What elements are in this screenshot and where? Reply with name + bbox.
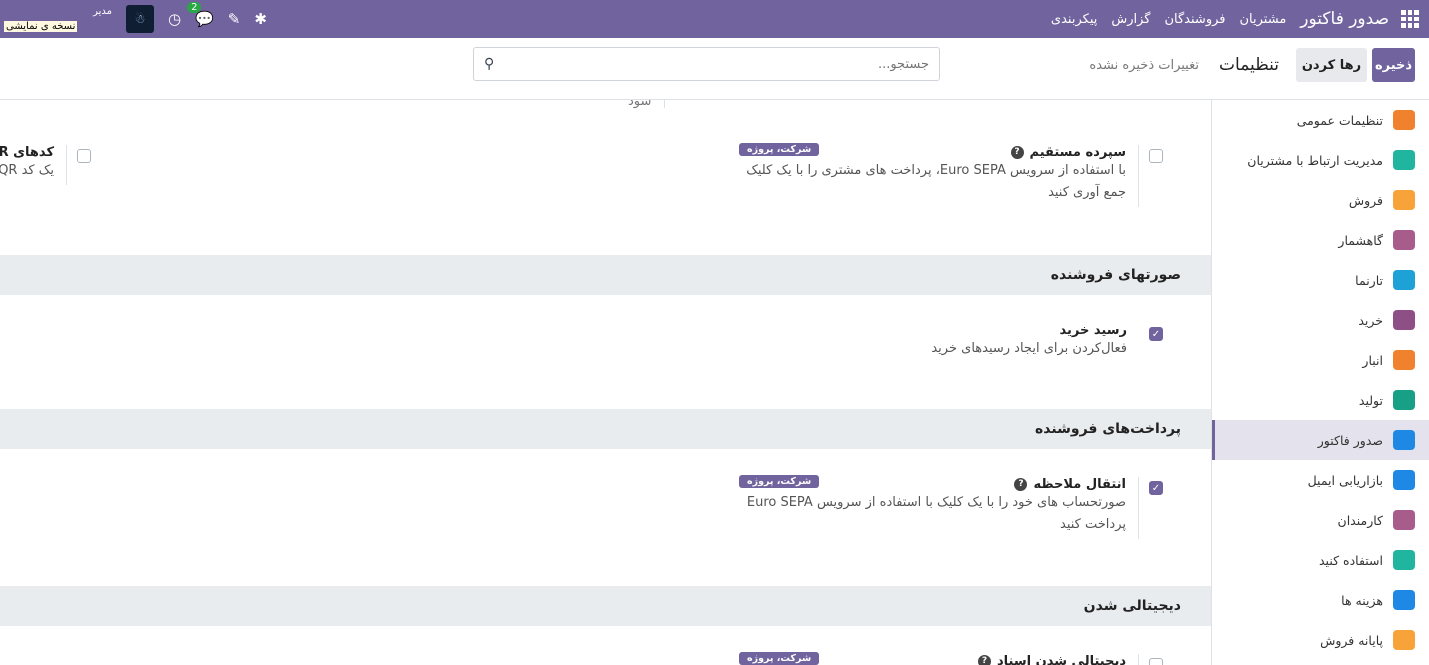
page-title: تنظیمات (1219, 55, 1279, 75)
digitization-checkbox[interactable] (1149, 658, 1163, 665)
sidebar-item[interactable]: صدور فاکتور (1212, 420, 1429, 460)
transfer-label: انتقال ملاحظه (1033, 477, 1126, 492)
sidebar-item-label: فروش (1348, 192, 1383, 208)
sidebar-item-label: گاهشمار (1338, 232, 1383, 248)
discard-button[interactable]: رها کردن (1296, 48, 1367, 82)
search-icon[interactable]: ⚲ (484, 56, 494, 72)
transfer-checkbox[interactable]: ✓ (1149, 481, 1163, 495)
app-icon (1393, 630, 1415, 650)
sidebar-item[interactable]: پایانه فروش (1212, 620, 1429, 660)
bug-icon[interactable]: ✱ (254, 10, 267, 28)
control-panel: ذخیره رها کردن تنظیمات تغییرات ذخیره نشد… (0, 38, 1429, 100)
chat-count-badge: 2 (187, 2, 202, 13)
app-icon (1393, 430, 1415, 450)
app-icon (1393, 590, 1415, 610)
sidebar-item-label: پایانه فروش (1320, 632, 1383, 648)
direct-debit-checkbox[interactable] (1149, 149, 1163, 163)
digitization-label: دیجیتالی شدن اسناد (997, 654, 1126, 665)
qr-label: کدهای QR (0, 145, 54, 160)
user-name[interactable]: مدیر (93, 6, 112, 17)
demo-banner: مدیر نسخه ی نمایشی (4, 4, 112, 34)
chat-icon[interactable]: 💬 2 (187, 2, 214, 28)
app-brand[interactable]: صدور فاکتور (1300, 9, 1389, 29)
receipt-checkbox[interactable]: ✓ (1149, 327, 1163, 341)
sidebar-item-label: بازاریابی ایمیل (1307, 472, 1383, 488)
sidebar-item-label: تارنما (1355, 272, 1383, 288)
sidebar-item[interactable]: تارنما (1212, 260, 1429, 300)
sidebar-item[interactable]: گاهشمار (1212, 220, 1429, 260)
app-icon (1393, 150, 1415, 170)
sidebar-item-label: مدیریت ارتباط با مشتریان (1247, 152, 1383, 168)
settings-content: سود سپرده مستقیم? با استفاده از سرویس Eu… (0, 100, 1211, 665)
sidebar-item-label: تولید (1358, 392, 1383, 408)
help-icon[interactable]: ? (1014, 478, 1028, 491)
menu-configuration[interactable]: پیکربندی (1051, 12, 1097, 27)
transfer-desc: صورتحساب های خود را با یک کلیک با استفاد… (746, 495, 1126, 532)
app-icon (1393, 470, 1415, 490)
sidebar-item-label: کارمندان (1337, 512, 1383, 528)
sidebar-item[interactable]: بازاریابی ایمیل (1212, 460, 1429, 500)
help-icon[interactable]: ? (1010, 146, 1024, 159)
sidebar-item[interactable]: فروش (1212, 180, 1429, 220)
section-vendor-payments: پرداخت‌های فروشنده (0, 409, 1211, 449)
app-icon (1393, 310, 1415, 330)
help-icon[interactable]: ? (978, 655, 991, 665)
sidebar-item-label: هزینه ها (1341, 592, 1383, 608)
sidebar-item[interactable]: انبار (1212, 340, 1429, 380)
sidebar-item[interactable]: هزینه ها (1212, 580, 1429, 620)
app-icon (1393, 510, 1415, 530)
sidebar-item-label: خرید (1358, 312, 1383, 328)
sidebar-item-label: انبار (1362, 352, 1383, 368)
sidebar-item-label: تنظیمات عمومی (1296, 112, 1383, 128)
apps-menu-icon[interactable] (1401, 10, 1419, 28)
direct-debit-desc: با استفاده از سرویس Euro SEPA، پرداخت ها… (746, 163, 1126, 200)
menu-reporting[interactable]: گزارش (1111, 12, 1150, 27)
receipt-desc: فعال‌کردن برای ایجاد رسیدهای خرید (931, 341, 1127, 356)
top-navbar: صدور فاکتور مشتریان فروشندگان گزارش پیکر… (0, 0, 1429, 38)
sidebar-item[interactable]: خرید (1212, 300, 1429, 340)
app-icon (1393, 270, 1415, 290)
sidebar-item-label: استفاده کنید (1319, 552, 1383, 568)
app-icon (1393, 230, 1415, 250)
sidebar-item[interactable]: کارمندان (1212, 500, 1429, 540)
search-box: ⚲ (473, 47, 940, 81)
unsaved-indicator: تغییرات ذخیره نشده (1089, 58, 1199, 73)
app-icon (1393, 550, 1415, 570)
save-button[interactable]: ذخیره (1372, 48, 1415, 82)
section-vendor-bills: صورتهای فروشنده (0, 255, 1211, 295)
company-tag: شرکت، پروژه (739, 475, 820, 488)
qr-desc: یک کد QR به فاکتورهای خود اضافه کن (0, 163, 54, 178)
company-tag: شرکت، پروژه (739, 652, 820, 665)
sidebar-item-label: صدور فاکتور (1317, 432, 1383, 448)
partial-text: سود (628, 100, 652, 109)
settings-sidebar: تنظیمات عمومی مدیریت ارتباط با مشتریان فرو… (1211, 100, 1429, 665)
receipt-label: رسید خرید (1059, 323, 1127, 338)
app-icon (1393, 110, 1415, 130)
app-icon (1393, 190, 1415, 210)
company-tag: شرکت، پروژه (739, 143, 820, 156)
sidebar-item[interactable]: مدیریت ارتباط با مشتریان (1212, 140, 1429, 180)
app-icon (1393, 350, 1415, 370)
section-digitization: دیجیتالی شدن (0, 586, 1211, 626)
sidebar-item[interactable]: تنظیمات عمومی (1212, 100, 1429, 140)
qr-checkbox[interactable] (77, 149, 91, 163)
avatar[interactable]: ☃ (126, 5, 154, 33)
menu-vendors[interactable]: فروشندگان (1164, 12, 1225, 27)
app-icon (1393, 390, 1415, 410)
direct-debit-label: سپرده مستقیم (1029, 145, 1127, 160)
demo-label: نسخه ی نمایشی (4, 21, 78, 32)
edit-icon[interactable]: ✎ (228, 10, 241, 28)
sidebar-item[interactable]: تولید (1212, 380, 1429, 420)
clock-icon[interactable]: ◷ (168, 10, 181, 28)
search-input[interactable] (494, 56, 929, 72)
menu-customers[interactable]: مشتریان (1240, 12, 1287, 27)
sidebar-item[interactable]: استفاده کنید (1212, 540, 1429, 580)
